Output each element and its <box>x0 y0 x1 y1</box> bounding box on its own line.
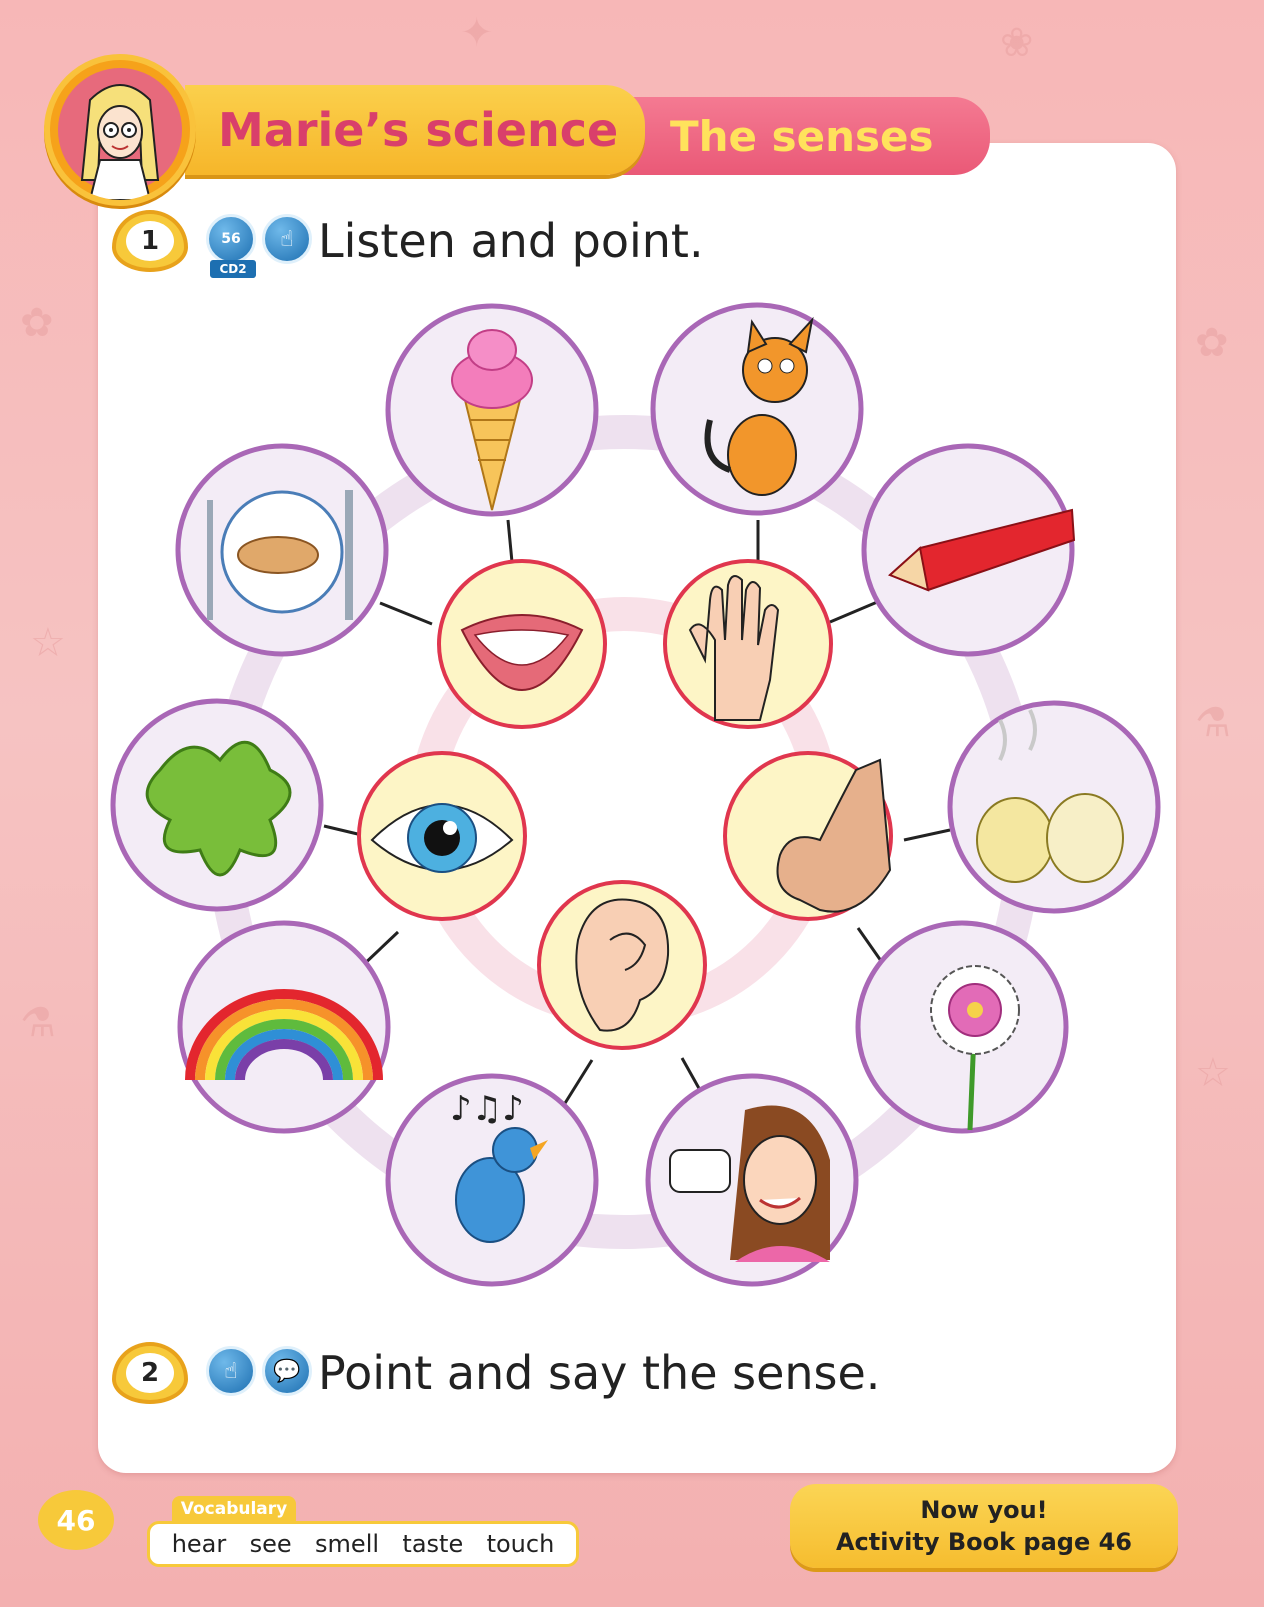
now-you-box[interactable]: Now you! Activity Book page 46 <box>790 1484 1178 1568</box>
topic-title: The senses <box>670 111 934 161</box>
audio-track-number: 56 <box>221 231 241 247</box>
ice-cream-picture[interactable] <box>385 303 599 517</box>
page-number: 46 <box>38 1490 114 1550</box>
bird-picture[interactable]: ♪♫♪ <box>385 1073 599 1287</box>
rainbow-picture[interactable] <box>177 920 391 1134</box>
hand-sense-picture[interactable] <box>663 559 833 729</box>
background-doodle: ✿ <box>20 300 54 346</box>
background-doodle: ⚗ <box>20 1000 56 1046</box>
ear-sense-picture[interactable] <box>537 880 707 1050</box>
background-doodle: ✦ <box>460 10 494 56</box>
flower-picture[interactable] <box>855 920 1069 1134</box>
activity-1-instruction: Listen and point. <box>318 214 704 268</box>
activity-2-instruction: Point and say the sense. <box>318 1346 881 1400</box>
vocab-word: smell <box>315 1530 380 1558</box>
audio-track-icon[interactable]: 56 <box>206 214 256 264</box>
vocabulary-list: hear see smell taste touch <box>147 1521 579 1567</box>
activity-number: 2 <box>126 1353 174 1393</box>
topic-bar: The senses <box>610 97 990 175</box>
vocab-word: hear <box>171 1530 227 1558</box>
girl-picture[interactable] <box>645 1073 859 1287</box>
vocab-word: touch <box>486 1530 555 1558</box>
background-doodle: ☆ <box>1195 1050 1231 1096</box>
background-doodle: ⚗ <box>1195 700 1231 746</box>
vocabulary-label: Vocabulary <box>172 1496 296 1522</box>
activity-book-reference: Activity Book page 46 <box>835 1528 1132 1556</box>
nose-sense-picture[interactable] <box>723 751 893 921</box>
slime-picture[interactable] <box>110 698 324 912</box>
section-title: Marie’s science <box>218 103 619 157</box>
pencil-picture[interactable] <box>861 443 1076 657</box>
mouth-sense-picture[interactable] <box>437 559 607 729</box>
vocab-word: taste <box>402 1530 464 1558</box>
eye-sense-picture[interactable] <box>357 751 527 921</box>
activity-number: 1 <box>126 221 174 261</box>
vocab-word: see <box>249 1530 292 1558</box>
background-doodle: ❀ <box>1000 20 1034 66</box>
point-hand-icon: ☝ <box>206 1346 256 1396</box>
point-hand-icon: ☝ <box>262 214 312 264</box>
onions-picture[interactable] <box>947 700 1161 914</box>
plate-of-fish-picture[interactable] <box>175 443 389 657</box>
background-doodle: ☆ <box>30 620 66 666</box>
section-title-bar: Marie’s science <box>185 85 645 175</box>
background-doodle: ✿ <box>1195 320 1229 366</box>
svg-text:♪♫♪: ♪♫♪ <box>450 1089 524 1129</box>
speech-bubble-icon: 💬 <box>262 1346 312 1396</box>
cat-picture[interactable] <box>650 302 864 516</box>
cd-label: CD2 <box>210 260 256 278</box>
marie-portrait <box>44 54 196 206</box>
now-you-title: Now you! <box>920 1496 1048 1524</box>
